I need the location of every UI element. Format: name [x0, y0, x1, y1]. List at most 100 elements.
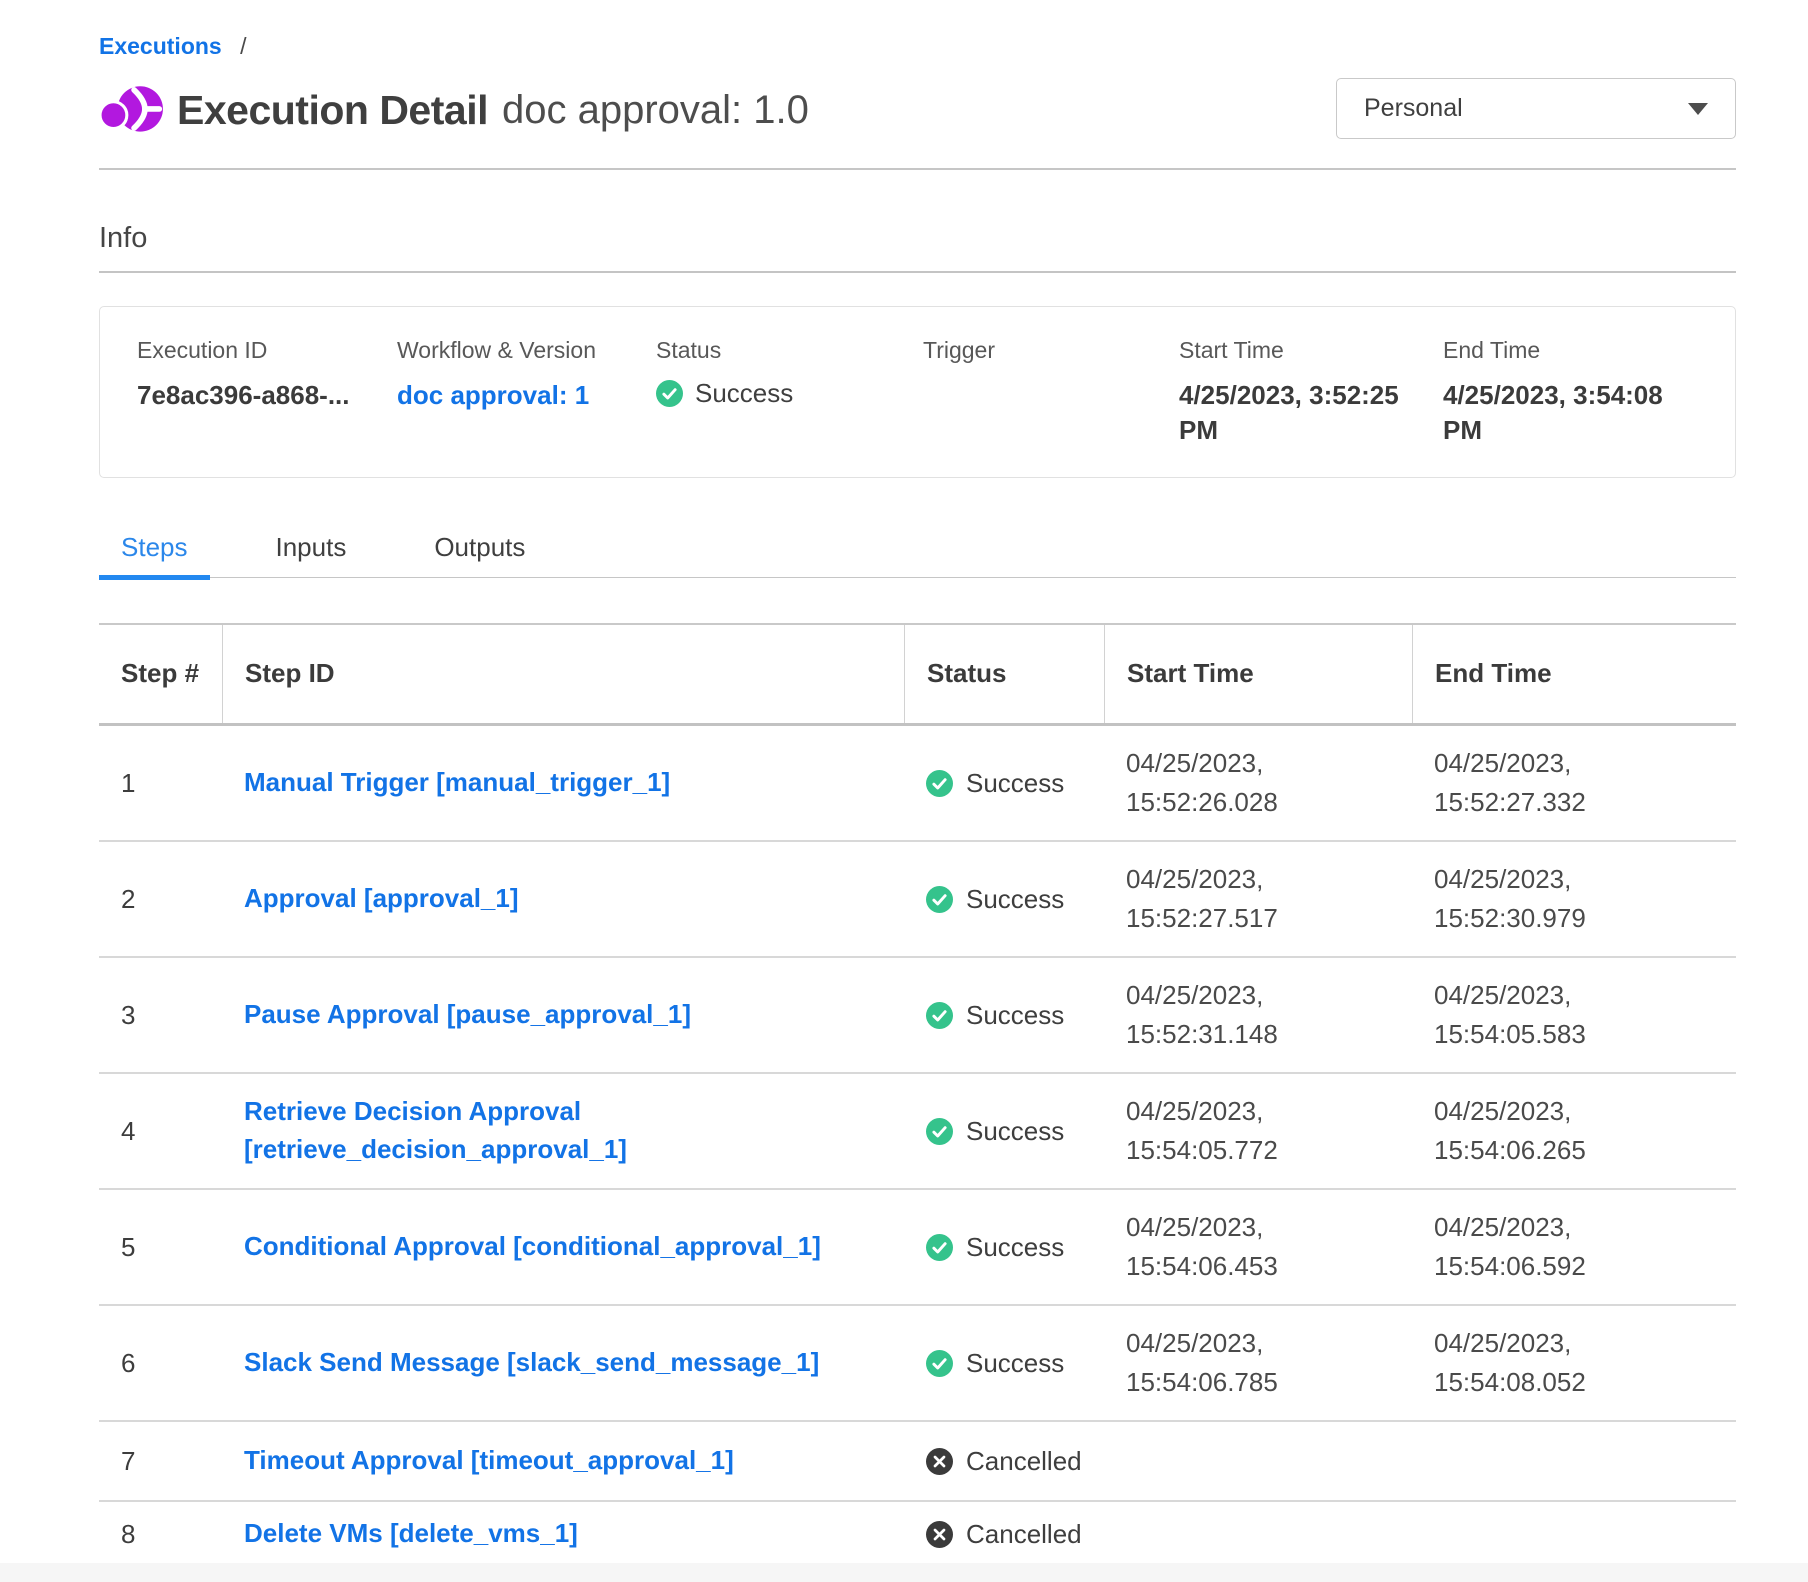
info-field-execution-id: Execution ID 7e8ac396-a868-... [137, 337, 397, 451]
table-row: 7 Timeout Approval [timeout_approval_1] … [99, 1422, 1736, 1502]
step-number: 7 [99, 1446, 222, 1477]
field-label: Workflow & Version [397, 337, 656, 364]
status-text: Success [966, 1116, 1064, 1147]
field-label: Execution ID [137, 337, 397, 364]
header-divider [99, 168, 1736, 170]
step-number: 4 [99, 1116, 222, 1147]
step-start-time: 04/25/2023, 15:54:06.785 [1126, 1324, 1308, 1402]
execution-id-value: 7e8ac396-a868-... [137, 378, 397, 413]
page-title: Execution Detail [177, 87, 488, 134]
step-start-time: 04/25/2023, 15:54:05.772 [1126, 1092, 1308, 1170]
start-time-value: 4/25/2023, 3:52:25 PM [1179, 378, 1434, 448]
detail-tabs: Steps Inputs Outputs [99, 526, 1736, 578]
workspace-dropdown-value: Personal [1364, 94, 1463, 123]
table-row: 3 Pause Approval [pause_approval_1] Succ… [99, 958, 1736, 1074]
info-field-trigger: Trigger [923, 337, 1179, 451]
table-row: 2 Approval [approval_1] Success 04/25/20… [99, 842, 1736, 958]
steps-table: Step # Step ID Status Start Time End Tim… [99, 623, 1736, 1568]
breadcrumb-executions-link[interactable]: Executions [99, 33, 222, 59]
info-field-status: Status Success [656, 337, 923, 451]
step-number: 6 [99, 1348, 222, 1379]
step-link[interactable]: Delete VMs [delete_vms_1] [244, 1515, 633, 1553]
page-subtitle: doc approval: 1.0 [502, 88, 809, 133]
field-label: Trigger [923, 337, 1179, 364]
status-badge: Success [904, 1348, 1104, 1379]
status-badge: Success [656, 378, 923, 409]
status-text: Success [695, 378, 793, 409]
step-start-time: 04/25/2023, 15:52:26.028 [1126, 744, 1308, 822]
status-badge: Cancelled [904, 1519, 1104, 1550]
check-circle-icon [926, 1234, 953, 1261]
step-number: 8 [99, 1519, 222, 1550]
status-text: Cancelled [966, 1519, 1082, 1550]
column-header-end-time: End Time [1412, 625, 1736, 723]
status-text: Success [966, 1000, 1064, 1031]
info-field-start-time: Start Time 4/25/2023, 3:52:25 PM [1179, 337, 1443, 451]
status-text: Cancelled [966, 1446, 1082, 1477]
check-circle-icon [926, 1002, 953, 1029]
field-label: Status [656, 337, 923, 364]
step-start-time: 04/25/2023, 15:52:27.517 [1126, 860, 1308, 938]
status-badge: Success [904, 1000, 1104, 1031]
tab-steps[interactable]: Steps [99, 526, 210, 577]
status-badge: Success [904, 768, 1104, 799]
step-number: 3 [99, 1000, 222, 1031]
workspace-dropdown[interactable]: Personal [1336, 78, 1736, 139]
table-header: Step # Step ID Status Start Time End Tim… [99, 623, 1736, 726]
step-link[interactable]: Retrieve Decision Approval [retrieve_dec… [244, 1093, 904, 1168]
table-row: 5 Conditional Approval [conditional_appr… [99, 1190, 1736, 1306]
step-end-time: 04/25/2023, 15:54:08.052 [1434, 1324, 1616, 1402]
step-number: 1 [99, 768, 222, 799]
info-divider [99, 271, 1736, 273]
column-header-step-num: Step # [99, 625, 222, 723]
x-circle-icon [926, 1521, 953, 1548]
status-text: Success [966, 1348, 1064, 1379]
status-badge: Cancelled [904, 1446, 1104, 1477]
status-text: Success [966, 884, 1064, 915]
status-text: Success [966, 768, 1064, 799]
column-header-start-time: Start Time [1104, 625, 1412, 723]
step-link[interactable]: Pause Approval [pause_approval_1] [244, 996, 746, 1034]
status-badge: Success [904, 1232, 1104, 1263]
step-link[interactable]: Conditional Approval [conditional_approv… [244, 1228, 876, 1266]
step-number: 5 [99, 1232, 222, 1263]
step-link[interactable]: Manual Trigger [manual_trigger_1] [244, 764, 725, 802]
step-number: 2 [99, 884, 222, 915]
column-header-status: Status [904, 625, 1104, 723]
status-badge: Success [904, 884, 1104, 915]
main-content: Executions / Execution Detail doc approv… [99, 0, 1736, 1568]
status-text: Success [966, 1232, 1064, 1263]
field-label: End Time [1443, 337, 1735, 364]
step-link[interactable]: Timeout Approval [timeout_approval_1] [244, 1442, 789, 1480]
end-time-value: 4/25/2023, 3:54:08 PM [1443, 378, 1698, 448]
field-label: Start Time [1179, 337, 1443, 364]
page-header: Execution Detail doc approval: 1.0 Perso… [99, 76, 1736, 144]
table-row: 1 Manual Trigger [manual_trigger_1] Succ… [99, 726, 1736, 842]
step-link[interactable]: Slack Send Message [slack_send_message_1… [244, 1344, 874, 1382]
check-circle-icon [656, 380, 683, 407]
tab-outputs[interactable]: Outputs [412, 526, 547, 577]
step-link[interactable]: Approval [approval_1] [244, 880, 574, 918]
step-end-time: 04/25/2023, 15:54:06.592 [1434, 1208, 1616, 1286]
info-field-workflow-version: Workflow & Version doc approval: 1 [397, 337, 656, 451]
tab-inputs[interactable]: Inputs [254, 526, 369, 577]
breadcrumb: Executions / [99, 0, 1736, 60]
column-header-step-id: Step ID [222, 625, 904, 723]
check-circle-icon [926, 1350, 953, 1377]
step-end-time: 04/25/2023, 15:52:27.332 [1434, 744, 1616, 822]
check-circle-icon [926, 770, 953, 797]
step-end-time: 04/25/2023, 15:54:05.583 [1434, 976, 1616, 1054]
check-circle-icon [926, 886, 953, 913]
breadcrumb-separator: / [240, 33, 246, 59]
workflow-version-link[interactable]: doc approval: 1 [397, 378, 656, 413]
page-bottom-strip [0, 1563, 1808, 1582]
step-end-time: 04/25/2023, 15:52:30.979 [1434, 860, 1616, 938]
table-row: 6 Slack Send Message [slack_send_message… [99, 1306, 1736, 1422]
table-row: 8 Delete VMs [delete_vms_1] Cancelled [99, 1502, 1736, 1568]
workflow-logo-icon [99, 77, 165, 143]
step-start-time: 04/25/2023, 15:54:06.453 [1126, 1208, 1308, 1286]
step-end-time: 04/25/2023, 15:54:06.265 [1434, 1092, 1616, 1170]
step-start-time: 04/25/2023, 15:52:31.148 [1126, 976, 1308, 1054]
info-section-title: Info [99, 222, 1736, 255]
check-circle-icon [926, 1118, 953, 1145]
